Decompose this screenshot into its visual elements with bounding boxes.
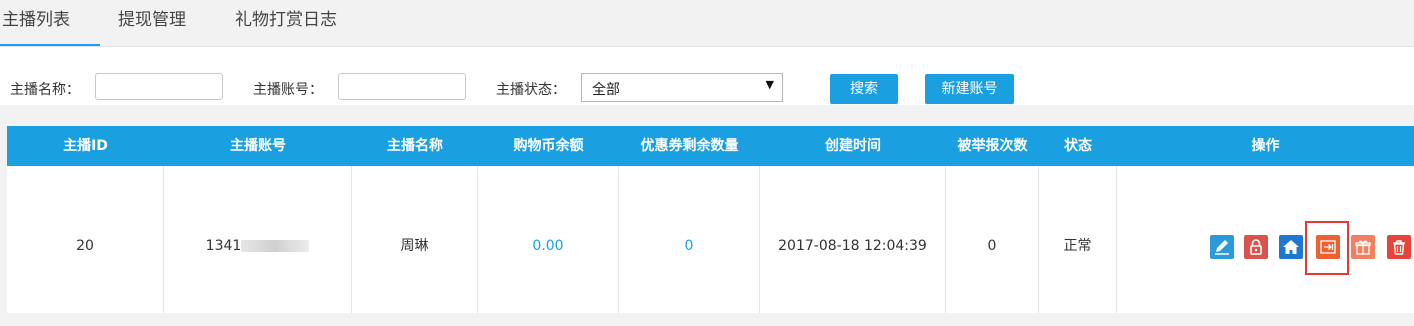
anchor-table: 主播ID 主播账号 主播名称 购物币余额 优惠券剩余数量 创建时间 被举报次数 … — [7, 126, 1414, 313]
cell-status: 正常 — [1039, 166, 1117, 313]
anchor-status-label: 主播状态： — [496, 82, 566, 98]
account-text: 1341 — [205, 238, 242, 254]
cell-report-count: 0 — [946, 166, 1039, 313]
table-row: 20 1341 周琳 0.00 0 2017-08-18 12:04:39 0 … — [7, 166, 1414, 313]
trash-icon[interactable] — [1387, 235, 1411, 259]
header-anchor-id: 主播ID — [63, 138, 108, 154]
transfer-icon[interactable] — [1316, 235, 1340, 259]
redacted-account-blur — [241, 240, 310, 252]
anchor-account-input[interactable] — [338, 73, 466, 100]
header-balance: 购物币余额 — [513, 138, 584, 154]
home-icon[interactable] — [1279, 235, 1303, 259]
new-account-button[interactable]: 新建账号 — [925, 74, 1014, 104]
lock-icon[interactable] — [1244, 235, 1268, 259]
tab-withdraw-management[interactable]: 提现管理 — [118, 0, 186, 44]
tab-anchor-list[interactable]: 主播列表 — [0, 0, 100, 46]
search-bar: 主播名称： 主播账号： 主播状态： 全部 ▼ 搜索 新建账号 — [0, 47, 1414, 105]
status-select-value: 全部 — [592, 82, 620, 98]
cell-anchor-account: 1341 — [164, 166, 352, 313]
cell-anchor-id: 20 — [7, 166, 164, 313]
header-anchor-name: 主播名称 — [387, 138, 443, 154]
anchor-name-input[interactable] — [95, 73, 223, 100]
cell-balance[interactable]: 0.00 — [478, 166, 619, 313]
header-anchor-account: 主播账号 — [230, 138, 286, 154]
table-header: 主播ID 主播账号 主播名称 购物币余额 优惠券剩余数量 创建时间 被举报次数 … — [7, 126, 1414, 166]
tab-gift-reward-log[interactable]: 礼物打赏日志 — [235, 0, 337, 44]
cell-coupons[interactable]: 0 — [619, 166, 760, 313]
cell-anchor-name: 周琳 — [352, 166, 478, 313]
header-created-time: 创建时间 — [825, 138, 881, 154]
tab-bar: 主播列表 提现管理 礼物打赏日志 — [0, 0, 1414, 47]
anchor-name-label: 主播名称： — [10, 82, 80, 98]
anchor-account-label: 主播账号： — [253, 82, 323, 98]
header-report-count: 被举报次数 — [957, 138, 1028, 154]
cell-created-time: 2017-08-18 12:04:39 — [760, 166, 946, 313]
header-actions: 操作 — [1251, 138, 1280, 154]
gift-icon[interactable] — [1351, 235, 1375, 259]
chevron-down-icon: ▼ — [765, 78, 774, 91]
edit-icon[interactable] — [1210, 235, 1234, 259]
header-status: 状态 — [1064, 138, 1092, 154]
search-button[interactable]: 搜索 — [830, 74, 898, 104]
header-coupons: 优惠券剩余数量 — [640, 138, 739, 154]
anchor-status-select[interactable]: 全部 ▼ — [581, 73, 783, 102]
